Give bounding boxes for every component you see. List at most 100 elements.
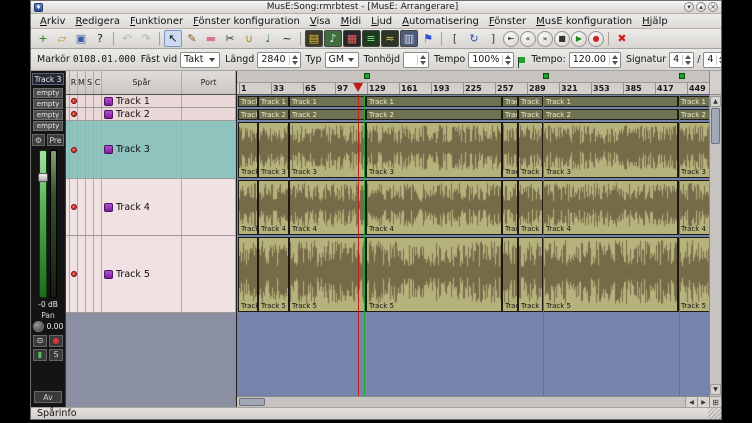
- part-track-5-6[interactable]: Track 5: [518, 237, 543, 312]
- part-track-2-6[interactable]: Track 2: [518, 109, 543, 120]
- h-scrollbar-thumb[interactable]: [239, 398, 265, 406]
- part-track-1-3[interactable]: Track 1: [289, 96, 366, 107]
- part-track-5-4[interactable]: Track 5: [366, 237, 502, 312]
- solo-cell[interactable]: [86, 236, 94, 312]
- part-track-3-4[interactable]: Track 3: [366, 122, 502, 178]
- wave-editor-icon[interactable]: ≈: [381, 30, 399, 47]
- drum-editor-icon[interactable]: ▦: [343, 30, 361, 47]
- close-button[interactable]: ×: [708, 2, 718, 12]
- part-track-2-3[interactable]: Track 2: [289, 109, 366, 120]
- off-button[interactable]: Av: [34, 391, 62, 403]
- part-track-3-1[interactable]: Track 3: [238, 122, 258, 178]
- record-icon[interactable]: ●: [588, 31, 604, 47]
- redo-icon[interactable]: ↷: [137, 30, 155, 47]
- marker-flag-icon[interactable]: [543, 73, 549, 79]
- track-port-cell[interactable]: [182, 236, 236, 312]
- pianoroll-icon[interactable]: ▤: [305, 30, 323, 47]
- spinner-arrows-icon[interactable]: [417, 55, 426, 65]
- menu-muse-konfiguration[interactable]: MusE konfiguration: [531, 16, 637, 27]
- track-row-track-4[interactable]: Track 4: [66, 179, 236, 236]
- arranger-empty-area[interactable]: [237, 313, 709, 396]
- pointer-tool-icon[interactable]: ↖: [164, 30, 182, 47]
- mute-cell[interactable]: [78, 95, 86, 107]
- snap-select[interactable]: Takt: [180, 52, 220, 68]
- track-name-cell[interactable]: Track 3: [102, 121, 182, 178]
- track-port-cell[interactable]: [182, 121, 236, 178]
- tempo-flag-button[interactable]: [517, 52, 526, 67]
- signature-denominator-spinbox[interactable]: 4: [703, 52, 721, 68]
- forward-icon[interactable]: »: [537, 31, 553, 47]
- record-arm-cell[interactable]: [70, 179, 78, 235]
- track-name-cell[interactable]: Track 4: [102, 179, 182, 235]
- track-name-cell[interactable]: Track 5: [102, 236, 182, 312]
- part-track-1-8[interactable]: Track 1: [678, 96, 709, 107]
- list-editor-icon[interactable]: ≡: [362, 30, 380, 47]
- automation-tool-icon[interactable]: ~: [278, 30, 296, 47]
- effect-slot-4[interactable]: empty: [33, 121, 63, 131]
- menu-funktioner[interactable]: Funktioner: [125, 16, 188, 27]
- punch-out-icon[interactable]: ]: [484, 30, 502, 47]
- part-track-4-6[interactable]: Track 4: [518, 180, 543, 235]
- mute-cell[interactable]: [78, 236, 86, 312]
- solo-cell[interactable]: [86, 179, 94, 235]
- part-track-5-7[interactable]: Track 5: [543, 237, 678, 312]
- type-select[interactable]: GM: [325, 52, 359, 68]
- tempo-spinbox[interactable]: 120.00: [569, 52, 621, 68]
- part-track-2-2[interactable]: Track 2: [258, 109, 289, 120]
- goto-start-icon[interactable]: ⇤: [503, 31, 519, 47]
- panic-icon[interactable]: ✖: [613, 30, 631, 47]
- part-track-2-7[interactable]: Track 2: [543, 109, 678, 120]
- part-track-3-5[interactable]: Track 3: [502, 122, 518, 178]
- eraser-tool-icon[interactable]: ▬: [202, 30, 220, 47]
- part-track-4-4[interactable]: Track 4: [366, 180, 502, 235]
- record-arm-cell[interactable]: [70, 108, 78, 120]
- record-arm-cell[interactable]: [70, 121, 78, 178]
- marker-icon[interactable]: ⚑: [419, 30, 437, 47]
- pan-knob[interactable]: [33, 321, 44, 332]
- power-button[interactable]: ⊙: [33, 335, 47, 347]
- scroll-left-icon[interactable]: ◀: [685, 397, 697, 407]
- part-track-4-1[interactable]: Track 4: [238, 180, 258, 235]
- minimize-button[interactable]: ▾: [684, 2, 694, 12]
- part-track-3-6[interactable]: Track 3: [518, 122, 543, 178]
- mute-cell[interactable]: [78, 108, 86, 120]
- resize-grip[interactable]: [708, 408, 721, 419]
- length-spinbox[interactable]: 2840: [257, 52, 300, 68]
- volume-fader[interactable]: [39, 150, 47, 298]
- marker-flag-icon[interactable]: [364, 73, 370, 79]
- maximize-button[interactable]: ▴: [696, 2, 706, 12]
- effect-slot-2[interactable]: empty: [33, 99, 63, 109]
- part-track-5-1[interactable]: Track 5: [238, 237, 258, 312]
- record-strip-button[interactable]: ●: [49, 335, 63, 347]
- solo-strip-button[interactable]: S: [49, 349, 63, 361]
- track-row-track-3[interactable]: Track 3: [66, 121, 236, 179]
- v-scrollbar-thumb[interactable]: [711, 108, 720, 144]
- scroll-down-icon[interactable]: ▼: [710, 384, 721, 395]
- part-track-5-8[interactable]: Track 5: [678, 237, 709, 312]
- mute-cell[interactable]: [78, 179, 86, 235]
- undo-icon[interactable]: ↶: [118, 30, 136, 47]
- part-track-2-4[interactable]: Track 2: [366, 109, 502, 120]
- v-scrollbar-track[interactable]: [710, 144, 721, 383]
- part-track-1-4[interactable]: Track 1: [366, 96, 502, 107]
- playhead-marker-icon[interactable]: [353, 83, 363, 92]
- part-track-2-5[interactable]: Track 2: [502, 109, 518, 120]
- stop-icon[interactable]: ■: [554, 31, 570, 47]
- fader-handle[interactable]: [38, 173, 48, 182]
- vertical-scrollbar[interactable]: ▲ ▼ ⊞: [709, 71, 721, 407]
- part-track-3-8[interactable]: Track 3: [678, 122, 709, 178]
- part-track-4-2[interactable]: Track 4: [258, 180, 289, 235]
- menu-f-nster-konfiguration[interactable]: Fönster konfiguration: [188, 16, 305, 27]
- mute-tool-icon[interactable]: ♩: [259, 30, 277, 47]
- mute-cell[interactable]: [78, 121, 86, 178]
- part-track-4-3[interactable]: Track 4: [289, 180, 366, 235]
- part-track-5-5[interactable]: Track 5: [502, 237, 518, 312]
- scissors-tool-icon[interactable]: ✂: [221, 30, 239, 47]
- mute-strip-button[interactable]: ▮: [33, 349, 47, 361]
- track-list-empty-area[interactable]: [66, 313, 236, 407]
- menu-automatisering[interactable]: Automatisering: [397, 16, 484, 27]
- track-row-track-5[interactable]: Track 5: [66, 236, 236, 313]
- part-track-1-7[interactable]: Track 1: [543, 96, 678, 107]
- zoom-grid-button[interactable]: ⊞: [710, 396, 721, 407]
- scroll-right-icon[interactable]: ▶: [697, 397, 709, 407]
